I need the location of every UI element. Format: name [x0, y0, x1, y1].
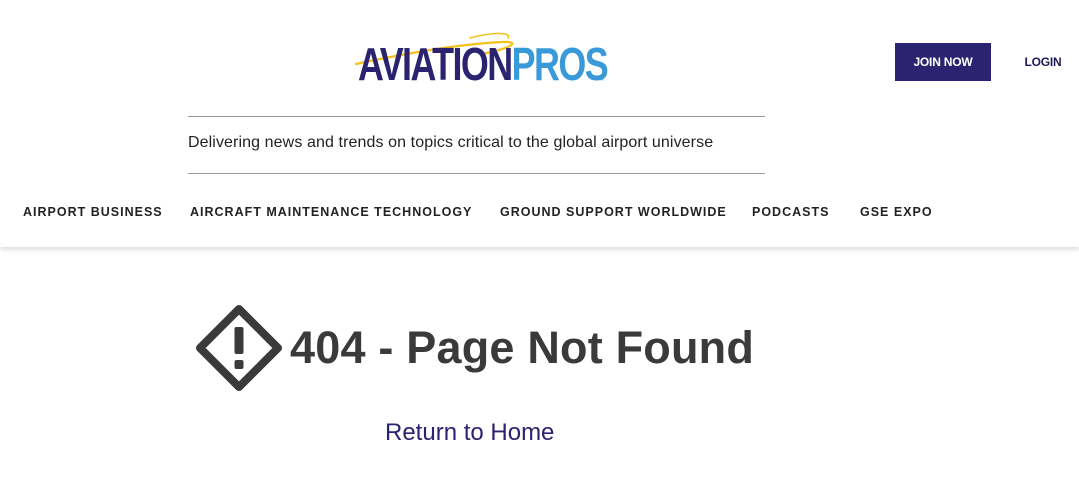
- tagline-divider-bottom: [188, 173, 765, 174]
- main-nav: AIRPORT BUSINESS AIRCRAFT MAINTENANCE TE…: [0, 200, 1079, 224]
- logo-text-aviation: AVIATION: [358, 38, 513, 90]
- logo-wordmark: AVIATIONPROS: [358, 38, 609, 90]
- site-logo[interactable]: AVIATIONPROS ™: [352, 30, 609, 92]
- login-link[interactable]: LOGIN: [1014, 52, 1072, 72]
- nav-item-gse-expo[interactable]: GSE EXPO: [860, 200, 933, 224]
- nav-item-ground-support-worldwide[interactable]: GROUND SUPPORT WORLDWIDE: [500, 200, 727, 224]
- logo-text-pros: PROS: [511, 38, 609, 90]
- warning-diamond-icon: [196, 305, 282, 391]
- site-tagline: Delivering news and trends on topics cri…: [188, 134, 714, 151]
- site-header: AVIATIONPROS ™ JOIN NOW LOGIN Delivering…: [0, 0, 1079, 247]
- return-home-link[interactable]: Return to Home: [385, 418, 554, 448]
- nav-item-podcasts[interactable]: PODCASTS: [752, 200, 829, 224]
- logo-trademark: ™: [599, 78, 604, 84]
- join-now-button[interactable]: JOIN NOW: [895, 43, 991, 81]
- nav-item-airport-business[interactable]: AIRPORT BUSINESS: [23, 200, 163, 224]
- page-title: 404 - Page Not Found: [290, 322, 755, 373]
- tagline-divider-top: [188, 116, 765, 117]
- nav-item-aircraft-maintenance-technology[interactable]: AIRCRAFT MAINTENANCE TECHNOLOGY: [190, 200, 472, 224]
